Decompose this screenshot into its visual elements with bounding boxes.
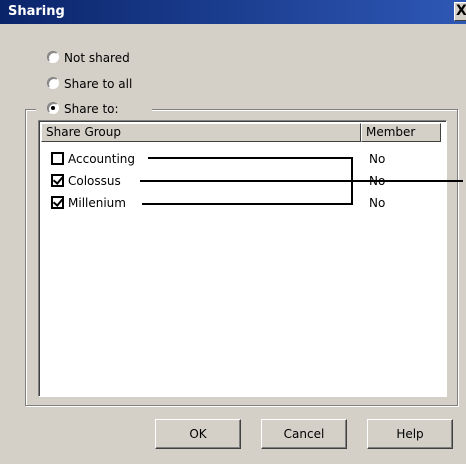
checkbox-colossus[interactable]	[51, 174, 64, 187]
callout-bracket	[351, 157, 353, 205]
group-name: Millenium	[68, 196, 126, 210]
member-value: No	[369, 196, 386, 210]
share-to-legend: Share to:	[36, 101, 152, 117]
callout-line-accounting	[148, 157, 353, 159]
window-title: Sharing	[8, 4, 65, 19]
radio-button-share-to[interactable]	[47, 102, 59, 114]
radio-label-share-to: Share to:	[64, 102, 119, 116]
sharing-dialog: Sharing X Not shared Share to all Share …	[0, 0, 466, 464]
radio-button-share-to-all[interactable]	[47, 77, 59, 89]
share-group-list[interactable]: Share Group Member Accounting No Colossu…	[38, 120, 447, 397]
group-name: Colossus	[68, 174, 121, 188]
list-item[interactable]: Accounting No	[41, 150, 444, 168]
checkbox-accounting[interactable]	[51, 152, 64, 165]
radio-label-share-to-all: Share to all	[64, 77, 133, 91]
close-button[interactable]: X	[454, 2, 466, 21]
close-icon: X	[456, 3, 466, 19]
title-bar[interactable]: Sharing X	[0, 0, 466, 24]
help-button[interactable]: Help	[367, 419, 453, 449]
checkbox-millenium[interactable]	[51, 196, 64, 209]
column-header-member[interactable]: Member	[361, 123, 441, 142]
column-header-share-group[interactable]: Share Group	[41, 123, 361, 142]
callout-line-millenium	[142, 203, 353, 205]
member-value: No	[369, 152, 386, 166]
callout-line-colossus	[140, 180, 463, 182]
group-name: Accounting	[68, 152, 136, 166]
ok-button[interactable]: OK	[155, 419, 241, 449]
radio-button-not-shared[interactable]	[47, 51, 59, 63]
cancel-button[interactable]: Cancel	[261, 419, 347, 449]
radio-label-not-shared: Not shared	[64, 51, 130, 65]
